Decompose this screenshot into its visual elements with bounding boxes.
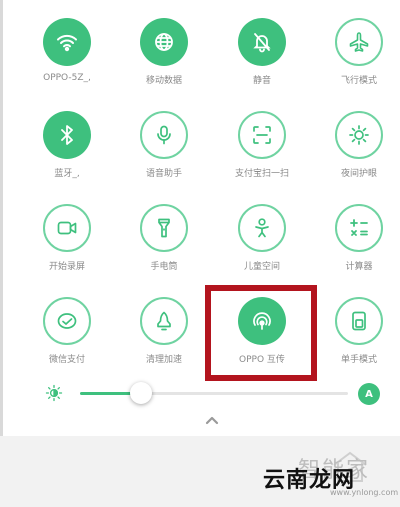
clean-boost-toggle[interactable] <box>140 297 188 345</box>
mobile-data-toggle[interactable] <box>140 18 188 66</box>
child-space-toggle[interactable] <box>238 204 286 252</box>
wifi-icon <box>57 34 77 52</box>
wifi-toggle[interactable] <box>43 18 91 66</box>
tile-clean-boost[interactable]: 清理加速 <box>114 279 214 374</box>
one-hand-mode-toggle[interactable] <box>335 297 383 345</box>
tile-alipay-scan[interactable]: 支付宝扫一扫 <box>212 93 312 188</box>
screen-record-toggle[interactable] <box>43 204 91 252</box>
eye-comfort-icon <box>349 125 369 145</box>
silent-toggle[interactable] <box>238 18 286 66</box>
calculator-icon <box>350 219 368 236</box>
brightness-row: A <box>0 378 400 408</box>
tile-silent[interactable]: 静音 <box>212 0 312 95</box>
tile-label: 语音助手 <box>145 169 182 179</box>
brightness-track[interactable] <box>142 392 348 395</box>
quick-settings-panel: OPPO-5Z_, 移动数据 静音 飞行模式 蓝牙_, 语音助手 支付宝扫一扫 … <box>0 0 400 436</box>
airplane-icon <box>349 32 369 52</box>
wechat-pay-toggle[interactable] <box>43 297 91 345</box>
tile-label: 支付宝扫一扫 <box>234 169 289 179</box>
chevron-up-icon[interactable] <box>200 412 224 428</box>
tile-label: 开始录屏 <box>48 262 85 272</box>
flashlight-toggle[interactable] <box>140 204 188 252</box>
tile-mobile-data[interactable]: 移动数据 <box>114 0 214 95</box>
alipay-scan-toggle[interactable] <box>238 111 286 159</box>
tile-screen-record[interactable]: 开始录屏 <box>17 186 117 281</box>
tile-wechat-pay[interactable]: 微信支付 <box>17 279 117 374</box>
brightness-slider-thumb[interactable] <box>130 382 152 404</box>
tile-flashlight[interactable]: 手电筒 <box>114 186 214 281</box>
tile-label: 儿童空间 <box>243 262 280 272</box>
one-hand-icon <box>352 311 366 331</box>
bluetooth-icon <box>61 125 73 145</box>
tile-bluetooth[interactable]: 蓝牙_, <box>17 93 117 188</box>
silent-bell-icon <box>253 33 271 53</box>
tile-child-space[interactable]: 儿童空间 <box>212 186 312 281</box>
tile-label: 蓝牙_, <box>54 169 80 179</box>
globe-icon <box>155 33 173 51</box>
tile-label: 手电筒 <box>150 262 178 272</box>
airplane-toggle[interactable] <box>335 18 383 66</box>
calculator-toggle[interactable] <box>335 204 383 252</box>
tile-label: 清理加速 <box>145 355 182 365</box>
tile-airplane[interactable]: 飞行模式 <box>309 0 400 95</box>
auto-brightness-button[interactable]: A <box>358 383 380 405</box>
bluetooth-toggle[interactable] <box>43 111 91 159</box>
scan-icon <box>253 126 271 144</box>
voice-assistant-toggle[interactable] <box>140 111 188 159</box>
tile-label: 移动数据 <box>145 76 182 86</box>
tile-voice-assistant[interactable]: 语音助手 <box>114 93 214 188</box>
tile-label: OPPO-5Z_, <box>43 73 91 83</box>
wechat-pay-icon <box>57 313 77 329</box>
quick-settings-grid: OPPO-5Z_, 移动数据 静音 飞行模式 蓝牙_, 语音助手 支付宝扫一扫 … <box>0 0 400 380</box>
clean-boost-icon <box>157 311 171 331</box>
night-mode-toggle[interactable] <box>335 111 383 159</box>
microphone-icon <box>157 125 171 145</box>
tile-label: 单手模式 <box>340 355 377 365</box>
brightness-icon <box>45 384 63 402</box>
tile-label: 微信支付 <box>48 355 85 365</box>
child-space-icon <box>255 218 269 238</box>
highlight-box <box>205 285 317 381</box>
tile-label: 飞行模式 <box>340 76 377 86</box>
tile-label: 静音 <box>252 76 271 86</box>
watermark-url: www.ynlong.com <box>330 488 399 497</box>
tile-label: 计算器 <box>345 262 373 272</box>
screen-record-icon <box>57 221 77 235</box>
tile-one-hand-mode[interactable]: 单手模式 <box>309 279 400 374</box>
tile-calculator[interactable]: 计算器 <box>309 186 400 281</box>
tile-label: 夜间护眼 <box>340 169 377 179</box>
tile-wifi[interactable]: OPPO-5Z_, <box>17 0 117 95</box>
flashlight-icon <box>158 218 170 238</box>
tile-night-mode[interactable]: 夜间护眼 <box>309 93 400 188</box>
